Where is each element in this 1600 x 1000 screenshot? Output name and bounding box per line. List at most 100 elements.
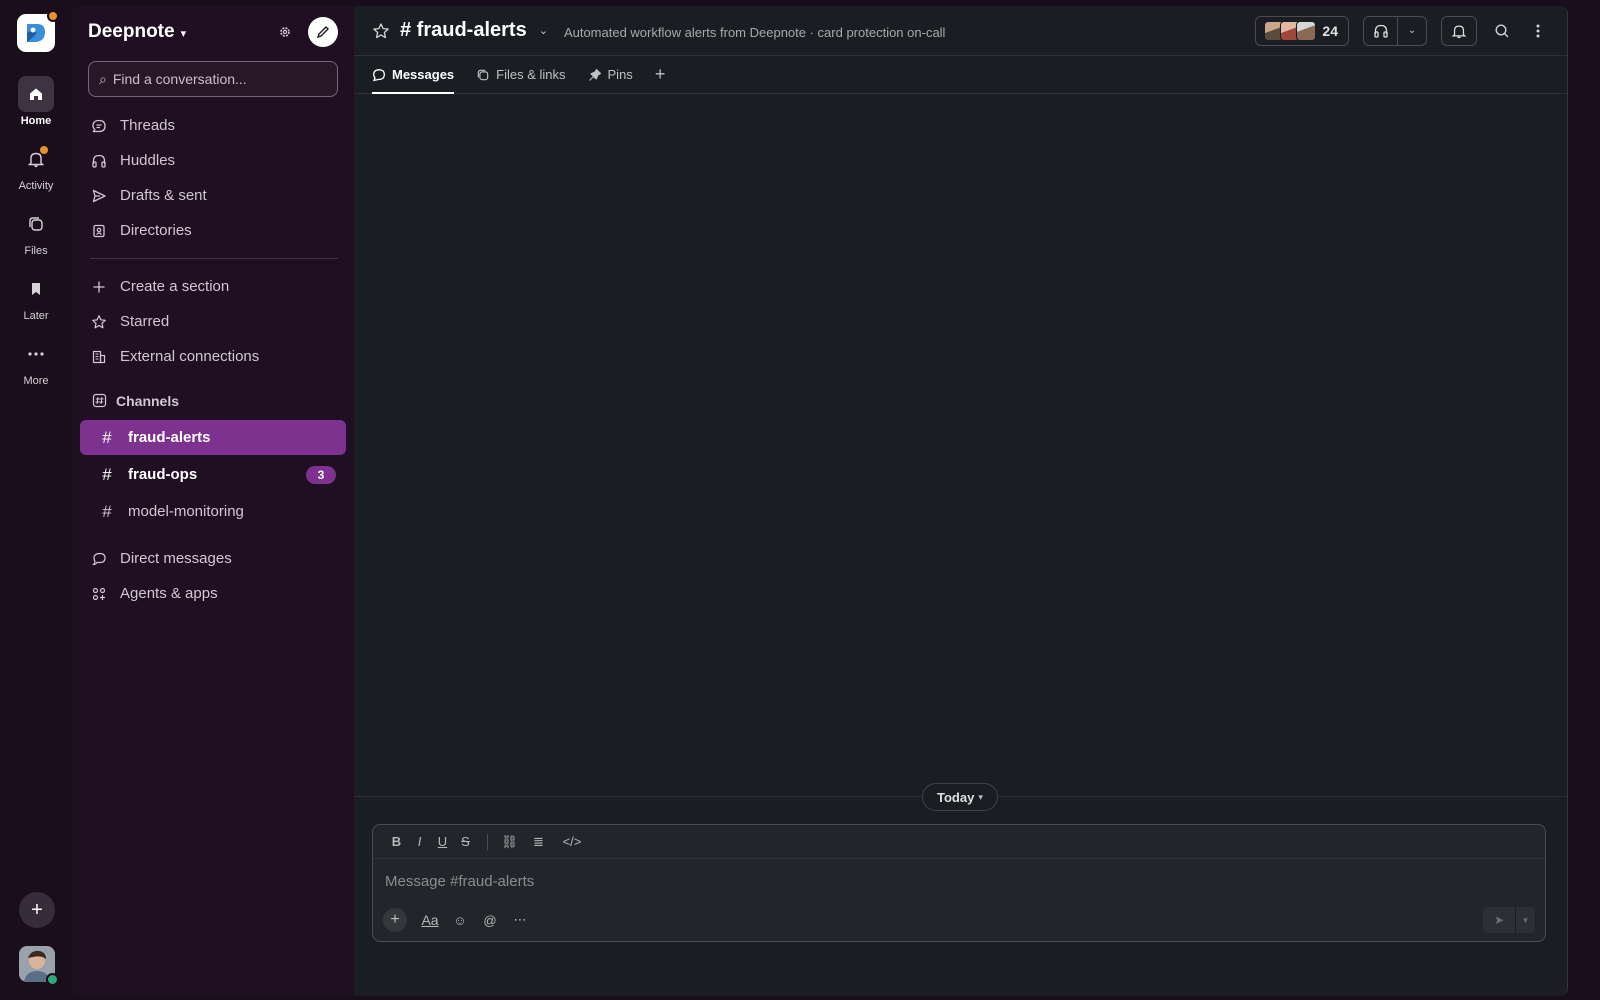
channels-section-header[interactable]: Channels xyxy=(72,383,354,418)
code-button[interactable]: </> xyxy=(558,830,586,854)
sidebar-item-label: Directories xyxy=(120,222,192,239)
formatting-toggle-button[interactable]: Aa xyxy=(417,908,443,932)
bold-button[interactable]: B xyxy=(385,830,408,854)
rail-home-label: Home xyxy=(20,115,52,127)
search-icon[interactable] xyxy=(1491,20,1513,42)
rail-more[interactable]: More xyxy=(0,336,72,387)
sidebar-item-label: Agents & apps xyxy=(120,585,218,602)
notifications-button[interactable] xyxy=(1441,15,1477,46)
sidebar-item-label: Drafts & sent xyxy=(120,187,207,204)
channel-header: # fraud-alerts ⌄ Automated workflow aler… xyxy=(354,6,1567,56)
message-input[interactable] xyxy=(385,869,1525,893)
channel-name: fraud-ops xyxy=(128,466,198,483)
send-icon xyxy=(90,187,108,205)
emoji-button[interactable]: ☺ xyxy=(447,908,473,932)
hash-icon: # xyxy=(102,427,112,447)
deepnote-logo-icon xyxy=(27,24,45,42)
unread-badge: 3 xyxy=(306,465,336,484)
threads-icon xyxy=(90,117,108,135)
add-tab-button[interactable]: + xyxy=(655,56,666,93)
rail-later[interactable]: Later xyxy=(0,271,72,322)
date-divider-label: Today xyxy=(937,789,975,805)
files-icon xyxy=(476,68,490,82)
channel-title[interactable]: # fraud-alerts xyxy=(400,19,527,42)
tab-label: Files & links xyxy=(496,67,566,82)
sidebar-item-label: External connections xyxy=(120,348,260,365)
rail-files[interactable]: Files xyxy=(0,206,72,257)
find-conversation-input[interactable]: ⌕ Find a conversation... xyxy=(88,61,338,97)
channel-view: # fraud-alerts ⌄ Automated workflow aler… xyxy=(354,6,1568,996)
date-divider-today[interactable]: Today ▾ xyxy=(922,783,998,811)
pin-icon xyxy=(588,68,602,82)
compose-button[interactable] xyxy=(308,17,338,47)
rail-activity[interactable]: Activity xyxy=(0,141,72,192)
sidebar-item-agents-apps[interactable]: Agents & apps xyxy=(72,576,354,611)
workspace-logo[interactable] xyxy=(17,10,59,52)
sidebar-item-directories[interactable]: Directories xyxy=(72,213,354,248)
sidebar-item-starred[interactable]: Starred xyxy=(72,304,354,339)
channels-icon xyxy=(90,392,108,410)
send-options-chevron-icon[interactable]: ▾ xyxy=(1515,907,1535,933)
italic-button[interactable]: I xyxy=(408,830,431,854)
huddle-options-chevron-icon[interactable]: ⌄ xyxy=(1398,25,1426,36)
hash-icon: # xyxy=(102,464,112,484)
more-actions-button[interactable]: ⋯ xyxy=(507,908,533,932)
huddle-button[interactable]: ⌄ xyxy=(1363,15,1427,46)
bell-icon xyxy=(1451,24,1467,38)
underline-button[interactable]: U xyxy=(431,830,454,854)
star-channel-icon[interactable] xyxy=(372,22,390,40)
bell-icon xyxy=(18,141,54,177)
mention-button[interactable]: @ xyxy=(477,908,503,932)
list-button[interactable]: ≣ xyxy=(527,830,550,854)
channel-sidebar: Deepnote ▾ ⌕ Find a conversation... Thre… xyxy=(72,6,354,996)
member-avatars xyxy=(1264,20,1317,41)
rail-more-label: More xyxy=(23,375,49,387)
channels-header-label: Channels xyxy=(116,392,180,409)
chevron-down-icon[interactable]: ⌄ xyxy=(539,24,548,37)
rail-home[interactable]: Home xyxy=(0,76,72,127)
sidebar-channel-fraud-alerts[interactable]: # fraud-alerts xyxy=(80,420,346,455)
sidebar-item-label: Direct messages xyxy=(120,550,232,567)
chevron-down-icon: ▾ xyxy=(978,791,983,802)
tab-pins[interactable]: Pins xyxy=(588,56,633,93)
plus-icon xyxy=(90,278,108,296)
strikethrough-button[interactable]: S xyxy=(454,830,477,854)
find-conversation-placeholder: Find a conversation... xyxy=(112,71,247,87)
tab-label: Messages xyxy=(392,67,455,82)
headphones-icon[interactable] xyxy=(1364,16,1398,45)
tab-messages[interactable]: Messages xyxy=(372,56,455,94)
sidebar-nav: Threads Huddles Drafts & sent Directorie… xyxy=(72,108,354,611)
sidebar-item-direct-messages[interactable]: Direct messages xyxy=(72,541,354,576)
pencil-icon xyxy=(316,26,329,39)
add-workspace-button[interactable]: + xyxy=(19,892,55,928)
channel-name: fraud-alerts xyxy=(128,429,211,446)
header-actions: 24 ⌄ xyxy=(1255,15,1549,46)
kebab-menu-icon[interactable] xyxy=(1527,20,1549,42)
channel-name: model-monitoring xyxy=(128,503,244,520)
search-icon: ⌕ xyxy=(99,70,107,87)
attach-plus-button[interactable]: + xyxy=(383,908,407,932)
sidebar-item-create-section[interactable]: Create a section xyxy=(72,269,354,304)
link-button[interactable]: ⛓ xyxy=(498,830,521,854)
hash-icon: # xyxy=(102,501,112,521)
dm-icon xyxy=(90,550,108,568)
rail-activity-label: Activity xyxy=(18,180,54,192)
rail-later-label: Later xyxy=(23,310,49,322)
sidebar-item-drafts[interactable]: Drafts & sent xyxy=(72,178,354,213)
workspace-caret-icon[interactable]: ▾ xyxy=(181,27,187,40)
sidebar-channel-model-monitoring[interactable]: # model-monitoring xyxy=(80,494,346,529)
members-button[interactable]: 24 xyxy=(1255,15,1349,46)
directory-icon xyxy=(90,222,108,240)
sidebar-item-huddles[interactable]: Huddles xyxy=(72,143,354,178)
sidebar-item-external-connections[interactable]: External connections xyxy=(72,339,354,374)
tab-label: Pins xyxy=(607,67,633,82)
workspace-rail: Home Activity Files Later More xyxy=(0,0,72,1000)
send-button[interactable]: ➤ xyxy=(1483,907,1515,933)
settings-gear-icon[interactable] xyxy=(274,21,296,43)
user-avatar[interactable] xyxy=(19,946,59,986)
sidebar-channel-fraud-ops[interactable]: # fraud-ops 3 xyxy=(80,457,346,492)
workspace-name[interactable]: Deepnote xyxy=(88,21,175,43)
tab-files-links[interactable]: Files & links xyxy=(476,56,566,93)
sidebar-item-threads[interactable]: Threads xyxy=(72,108,354,143)
